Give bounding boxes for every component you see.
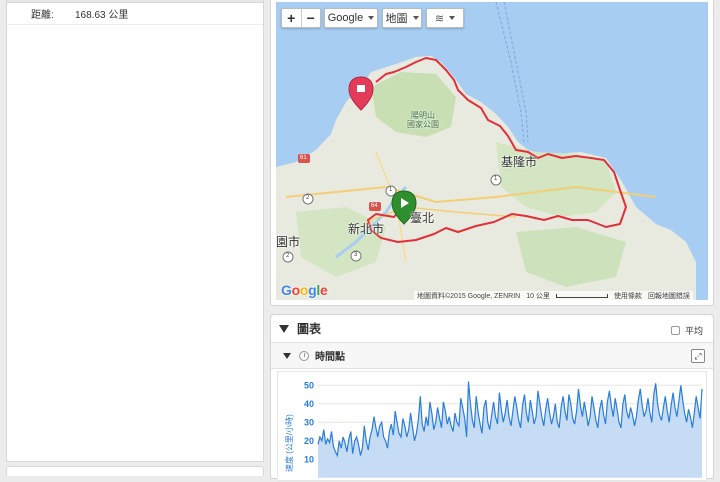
route-shield-label: 3	[354, 252, 358, 258]
map-provider-label: Google	[327, 12, 364, 24]
average-toggle[interactable]: 平均	[670, 324, 703, 337]
taipei-label: 臺北	[410, 211, 435, 225]
next-panel-edge	[6, 466, 264, 476]
activity-summary-panel: 距離: 168.63 公里	[6, 0, 264, 462]
map-base	[276, 2, 696, 300]
y-tick-label: 20	[304, 436, 314, 446]
collapse-triangle-icon[interactable]	[283, 352, 291, 359]
route-map[interactable]: + − Google 地圖 ≋ 陽明山 國家公園 基隆市 臺北 新北市 園市 6…	[276, 2, 708, 300]
terms-link[interactable]: 使用條款	[614, 291, 642, 300]
charts-panel: 圖表 平均 時間點 ⤢ 10 20 30 40 50 速度 (公里/小時)	[270, 314, 714, 481]
taoyuan-label: 園市	[276, 235, 301, 249]
y-axis-label: 速度 (公里/小時)	[284, 414, 294, 472]
route-shield-label: 1	[494, 176, 498, 182]
collapse-triangle-icon[interactable]	[279, 324, 289, 333]
charts-title: 圖表	[297, 322, 322, 336]
route-shield-label: 64	[371, 203, 378, 209]
chevron-down-icon	[368, 16, 375, 20]
average-label: 平均	[684, 326, 703, 336]
charts-header[interactable]: 圖表	[271, 315, 713, 343]
map-type-label: 地圖	[385, 13, 408, 25]
map-panel: + − Google 地圖 ≋ 陽明山 國家公園 基隆市 臺北 新北市 園市 6…	[270, 0, 714, 306]
timeline-title: 時間點	[315, 352, 345, 363]
report-map-error-link[interactable]: 回報地圖錯誤	[648, 291, 690, 300]
route-shield-label: 2	[306, 195, 310, 201]
new-taipei-label: 新北市	[348, 222, 385, 236]
map-attribution-text: 地圖資料©2015 Google, ZENRIN	[417, 293, 521, 300]
route-shield-label: 2	[286, 253, 290, 259]
route-shield-label: 61	[300, 155, 307, 161]
clock-icon	[299, 350, 309, 361]
expand-icon[interactable]: ⤢	[691, 349, 705, 363]
distance-value: 168.63 公里	[75, 10, 129, 21]
scale-bar	[555, 294, 608, 298]
y-tick-label: 30	[304, 417, 314, 427]
y-tick-label: 40	[304, 399, 314, 409]
map-attribution-bar: 地圖資料©2015 Google, ZENRIN 10 公里 使用條款 回報地圖…	[414, 291, 693, 300]
route-shield-label: 1	[389, 187, 393, 193]
layers-icon: ≋	[434, 12, 445, 25]
speed-area	[318, 381, 702, 478]
zoom-control[interactable]: + −	[281, 8, 321, 28]
y-tick-label: 10	[304, 454, 314, 464]
distance-label: 距離:	[31, 10, 54, 21]
zoom-in-button[interactable]: +	[282, 9, 302, 27]
map-type-dropdown[interactable]: 地圖	[382, 8, 422, 28]
layers-dropdown[interactable]: ≋	[426, 8, 464, 28]
average-checkbox[interactable]	[670, 326, 680, 335]
y-tick-label: 50	[304, 380, 314, 390]
distance-row: 距離: 168.63 公里	[7, 3, 263, 25]
timeline-subheader[interactable]: 時間點	[271, 343, 713, 369]
speed-chart: 10 20 30 40 50 速度 (公里/小時)	[277, 371, 707, 481]
map-provider-dropdown[interactable]: Google	[324, 8, 378, 28]
scale-label: 10 公里	[526, 293, 550, 300]
zoom-out-button[interactable]: −	[302, 9, 321, 27]
chevron-down-icon	[412, 16, 419, 20]
park-label: 陽明山 國家公園	[407, 111, 439, 129]
google-logo: Google	[281, 282, 328, 298]
speed-chart-svg: 10 20 30 40 50 速度 (公里/小時)	[284, 380, 703, 478]
keelung-label: 基隆市	[501, 155, 538, 169]
chevron-down-icon	[449, 16, 456, 20]
